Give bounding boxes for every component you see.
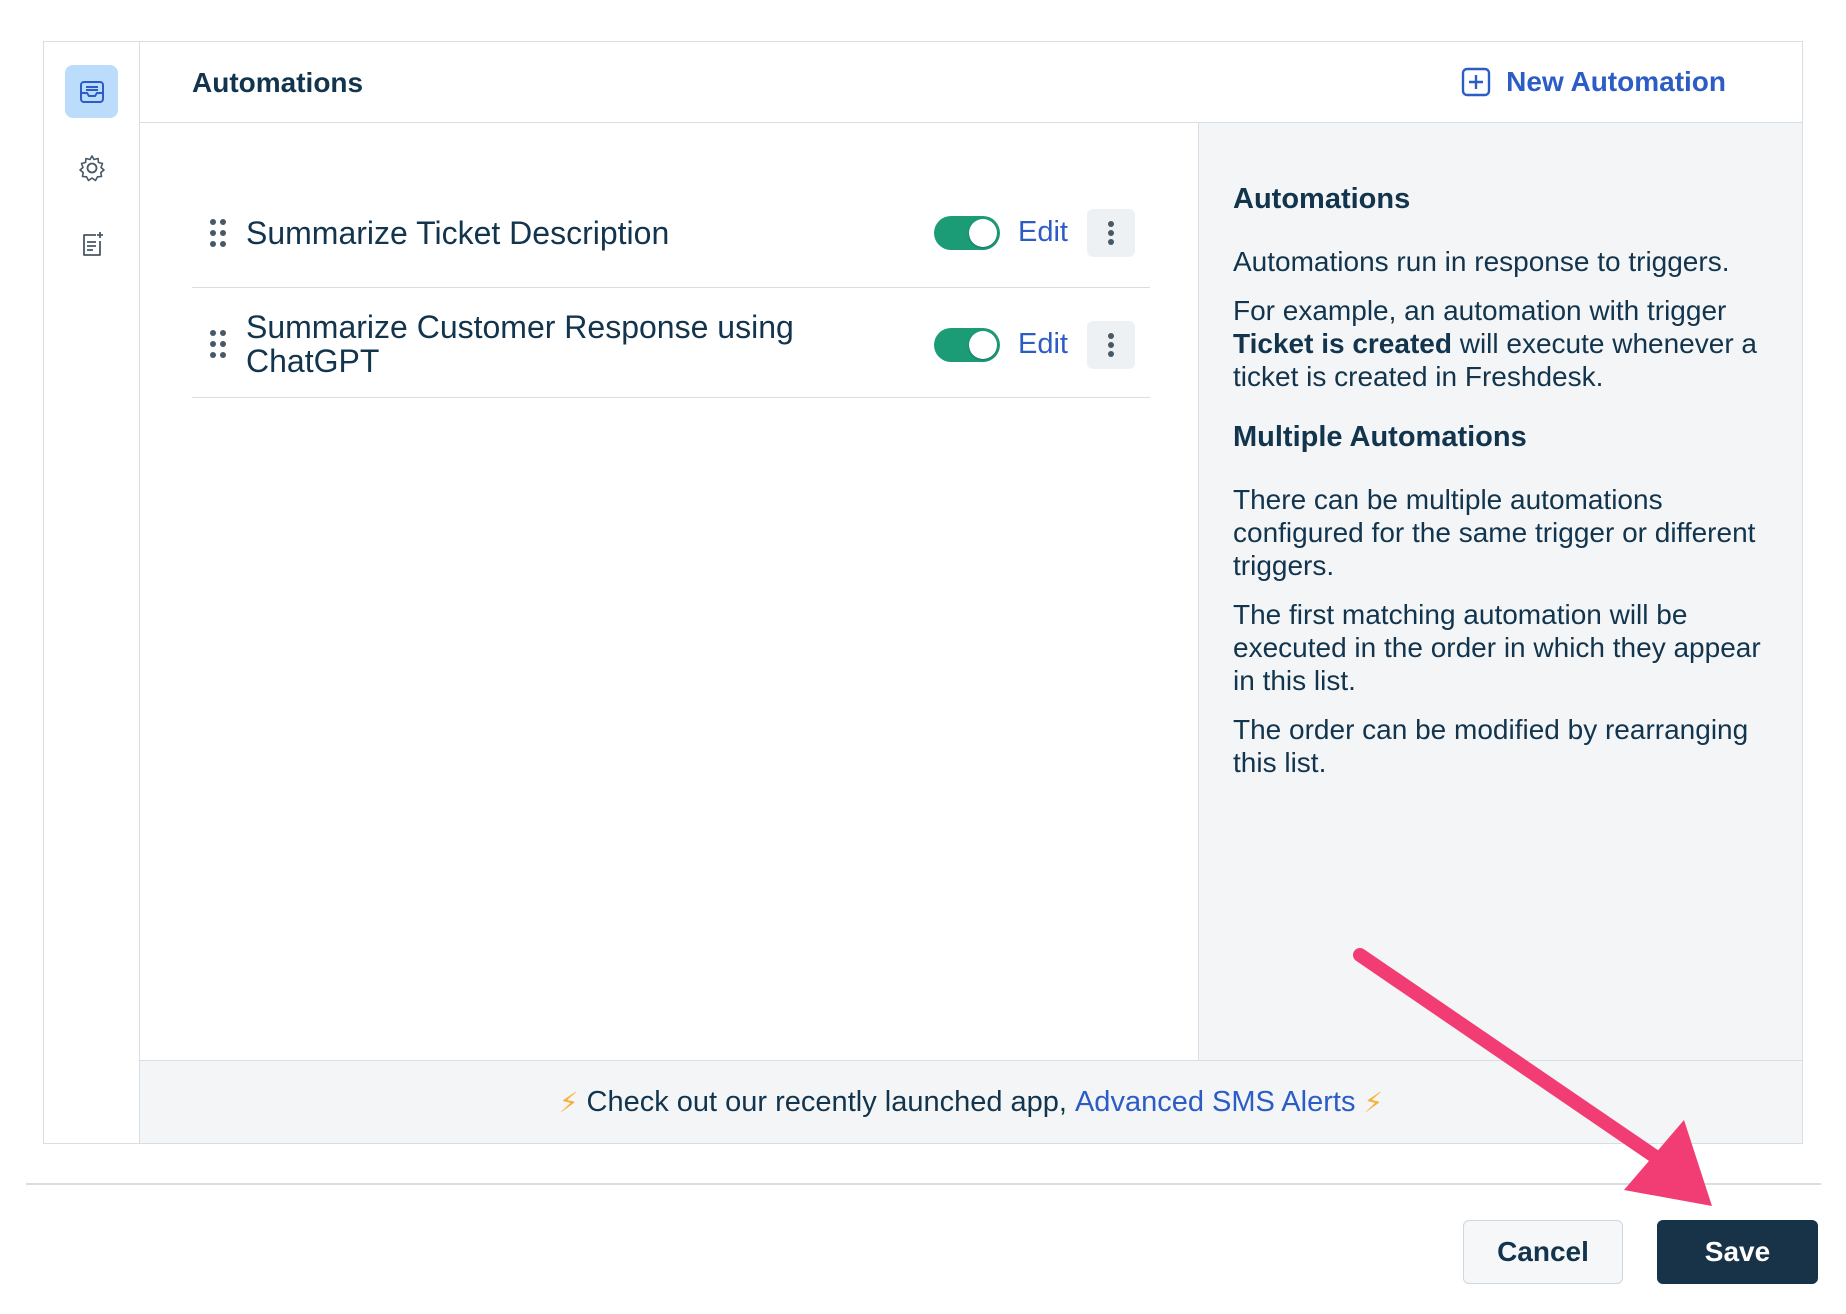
new-automation-button[interactable]: New Automation	[1460, 64, 1726, 100]
help-text: The first matching automation will be ex…	[1233, 599, 1761, 696]
automation-name: Summarize Ticket Description	[246, 215, 670, 251]
footer-divider	[26, 1183, 1821, 1185]
drag-handle-icon[interactable]	[208, 218, 228, 248]
inbox-icon	[79, 80, 104, 103]
help-text: There can be multiple automations config…	[1233, 484, 1756, 581]
more-vertical-icon	[1108, 333, 1114, 357]
document-edit-icon	[82, 231, 103, 256]
list-item: Summarize Customer Response using ChatGP…	[192, 288, 1150, 398]
lightning-icon: ⚡	[1363, 1086, 1384, 1118]
lightning-icon: ⚡	[558, 1086, 579, 1118]
help-text: Automations run in response to triggers.	[1233, 246, 1730, 277]
more-options-button[interactable]	[1087, 321, 1135, 369]
help-text: The order can be modified by rearranging…	[1233, 714, 1749, 778]
automation-enabled-toggle[interactable]	[934, 216, 1000, 250]
help-heading: Automations	[1233, 183, 1411, 215]
promo-banner: ⚡ Check out our recently launched app, A…	[140, 1060, 1802, 1143]
cancel-button[interactable]: Cancel	[1463, 1220, 1623, 1284]
save-button[interactable]: Save	[1657, 1220, 1818, 1284]
list-item: Summarize Ticket Description Edit	[192, 178, 1150, 288]
new-automation-label: New Automation	[1506, 66, 1726, 97]
promo-link[interactable]: Advanced SMS Alerts	[1075, 1086, 1355, 1119]
automation-list: Summarize Ticket Description Edit Summar…	[140, 123, 1199, 1060]
sidebar-item-settings[interactable]	[65, 141, 118, 194]
app-frame: Automations New Automation Summarize Tic…	[43, 41, 1803, 1144]
help-heading: Multiple Automations	[1233, 421, 1527, 453]
automation-name: Summarize Customer Response using ChatGP…	[246, 309, 794, 379]
help-panel: Automations Automations run in response …	[1199, 123, 1802, 1060]
plus-square-icon	[1461, 67, 1491, 97]
sidebar-item-logs[interactable]	[65, 217, 118, 270]
drag-handle-icon[interactable]	[208, 329, 228, 359]
page-title: Automations	[192, 67, 364, 98]
more-options-button[interactable]	[1087, 209, 1135, 257]
edit-link[interactable]: Edit	[1018, 328, 1068, 361]
help-text-example: For example, an automation with trigger …	[1233, 295, 1757, 392]
automation-enabled-toggle[interactable]	[934, 328, 1000, 362]
gear-icon	[78, 154, 105, 181]
more-vertical-icon	[1108, 221, 1114, 245]
icon-sidebar	[44, 42, 140, 1143]
page-header: Automations New Automation	[140, 42, 1802, 123]
sidebar-item-inbox[interactable]	[65, 65, 118, 118]
edit-link[interactable]: Edit	[1018, 216, 1068, 249]
promo-text: Check out our recently launched app,	[586, 1085, 1067, 1118]
